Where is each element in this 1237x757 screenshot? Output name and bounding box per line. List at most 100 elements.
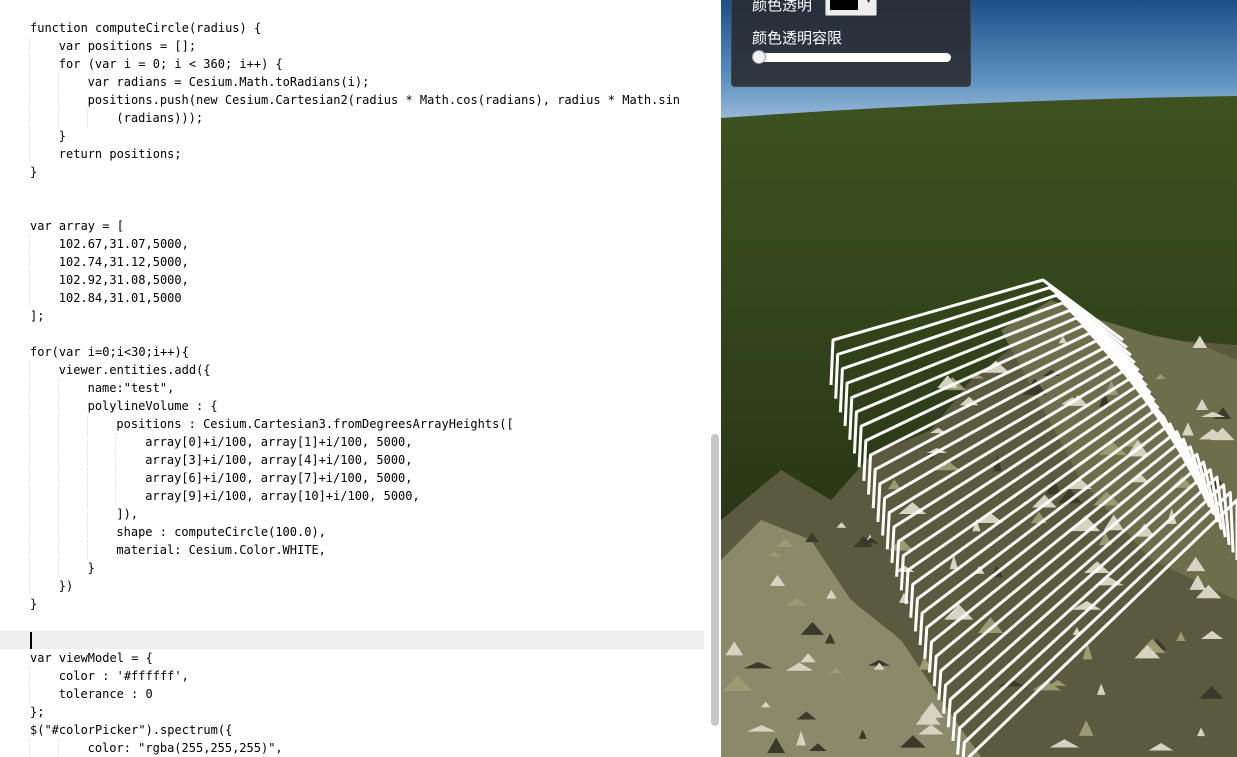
- code-line: };: [30, 703, 710, 721]
- slider-thumb[interactable]: [752, 50, 766, 64]
- indent-guide: [29, 55, 30, 73]
- code-lines[interactable]: function computeCircle(radius) { var posi…: [29, 19, 710, 757]
- tolerance-slider[interactable]: [752, 50, 951, 64]
- indent-guide: [57, 523, 59, 541]
- code-line: viewer.entities.add({: [29, 361, 710, 379]
- code-text: 102.84,31.01,5000: [58, 291, 182, 305]
- code-line: 102.74,31.12,5000,: [29, 253, 710, 271]
- indent-guide: [86, 523, 88, 541]
- code-text: var array = [: [30, 219, 124, 233]
- indent-guide: [29, 523, 30, 541]
- code-text: }: [30, 597, 38, 611]
- chevron-down-icon: ▼: [865, 0, 872, 5]
- code-text: viewer.entities.add({: [58, 363, 211, 377]
- indent-guide: [57, 541, 59, 559]
- code-line: array[3]+i/100, array[4]+i/100, 5000,: [29, 451, 710, 469]
- code-line: return positions;: [29, 145, 710, 163]
- indent-guide: [86, 469, 88, 487]
- code-line: }: [30, 163, 710, 181]
- code-editor[interactable]: function computeCircle(radius) { var posi…: [0, 0, 721, 757]
- code-text: var positions = [];: [58, 39, 197, 53]
- code-line: shape : computeCircle(100.0),: [29, 523, 710, 541]
- code-line: ];: [30, 307, 710, 325]
- color-swatch: [830, 0, 858, 10]
- indent-guide: [57, 739, 59, 757]
- indent-guide: [29, 109, 30, 127]
- indent-guide: [115, 451, 117, 469]
- code-text: 102.67,31.07,5000,: [58, 237, 189, 251]
- indent-guide: [57, 559, 59, 577]
- code-line: 102.84,31.01,5000: [29, 289, 710, 307]
- code-line: }: [29, 559, 710, 577]
- code-text: (radians)));: [116, 111, 204, 125]
- indent-guide: [29, 667, 30, 685]
- indent-guide: [29, 469, 30, 487]
- cesium-viewer[interactable]: [721, 0, 1237, 757]
- code-line: var array = [: [30, 217, 710, 235]
- code-text: $("#colorPicker").spectrum({: [30, 723, 233, 737]
- code-text: array[6]+i/100, array[7]+i/100, 5000,: [145, 471, 413, 485]
- text-cursor: [30, 632, 32, 649]
- toolbar-panel: 颜色透明 ▼ 颜色透明容限: [731, 0, 971, 87]
- scene-canvas[interactable]: [721, 0, 1237, 757]
- code-text: polylineVolume : {: [87, 399, 218, 413]
- indent-guide: [57, 379, 59, 397]
- code-line: }: [30, 595, 710, 613]
- code-text: color : '#ffffff',: [58, 669, 189, 683]
- indent-guide: [86, 451, 88, 469]
- indent-guide: [29, 361, 30, 379]
- indent-guide: [86, 505, 88, 523]
- indent-guide: [29, 91, 30, 109]
- indent-guide: [86, 415, 88, 433]
- code-line: 102.67,31.07,5000,: [29, 235, 710, 253]
- code-line: polylineVolume : {: [29, 397, 710, 415]
- indent-guide: [29, 145, 30, 163]
- code-text: shape : computeCircle(100.0),: [116, 525, 326, 539]
- code-line: }: [29, 127, 710, 145]
- code-line: positions : Cesium.Cartesian3.fromDegree…: [29, 415, 710, 433]
- indent-guide: [29, 487, 30, 505]
- code-text: }): [58, 579, 74, 593]
- color-picker[interactable]: ▼: [825, 0, 877, 16]
- code-line: tolerance : 0: [29, 685, 710, 703]
- code-text: color: "rgba(255,255,255)",: [87, 741, 283, 755]
- color-transparent-label: 颜色透明: [752, 0, 813, 14]
- code-text: 102.92,31.08,5000,: [58, 273, 189, 287]
- code-line: 102.92,31.08,5000,: [29, 271, 710, 289]
- code-text: ]),: [116, 507, 139, 521]
- indent-guide: [29, 685, 30, 703]
- scrollbar-thumb[interactable]: [711, 434, 719, 726]
- code-text: var viewModel = {: [30, 651, 153, 665]
- code-text: function computeCircle(radius) {: [30, 21, 262, 35]
- indent-guide: [29, 253, 30, 271]
- code-line: var positions = [];: [29, 37, 710, 55]
- code-text: positions.push(new Cesium.Cartesian2(rad…: [87, 93, 681, 107]
- code-text: positions : Cesium.Cartesian3.fromDegree…: [116, 417, 514, 431]
- code-text: 102.74,31.12,5000,: [58, 255, 189, 269]
- indent-guide: [115, 433, 117, 451]
- indent-guide: [86, 487, 88, 505]
- code-line: (radians)));: [29, 109, 710, 127]
- indent-guide: [57, 397, 59, 415]
- indent-guide: [57, 433, 59, 451]
- code-text: material: Cesium.Color.WHITE,: [116, 543, 326, 557]
- indent-guide: [29, 415, 30, 433]
- code-text: array[3]+i/100, array[4]+i/100, 5000,: [145, 453, 413, 467]
- editor-scrollbar[interactable]: [706, 0, 721, 757]
- code-text: return positions;: [58, 147, 182, 161]
- indent-guide: [115, 487, 117, 505]
- code-line: ]),: [29, 505, 710, 523]
- code-line: color : '#ffffff',: [29, 667, 710, 685]
- code-text: }: [87, 561, 95, 575]
- indent-guide: [86, 109, 88, 127]
- indent-guide: [57, 415, 59, 433]
- indent-guide: [57, 469, 59, 487]
- indent-guide: [29, 541, 30, 559]
- code-text: }: [58, 129, 67, 143]
- code-text: ];: [30, 309, 45, 323]
- code-line: function computeCircle(radius) {: [30, 19, 710, 37]
- indent-guide: [57, 73, 59, 91]
- indent-guide: [29, 433, 30, 451]
